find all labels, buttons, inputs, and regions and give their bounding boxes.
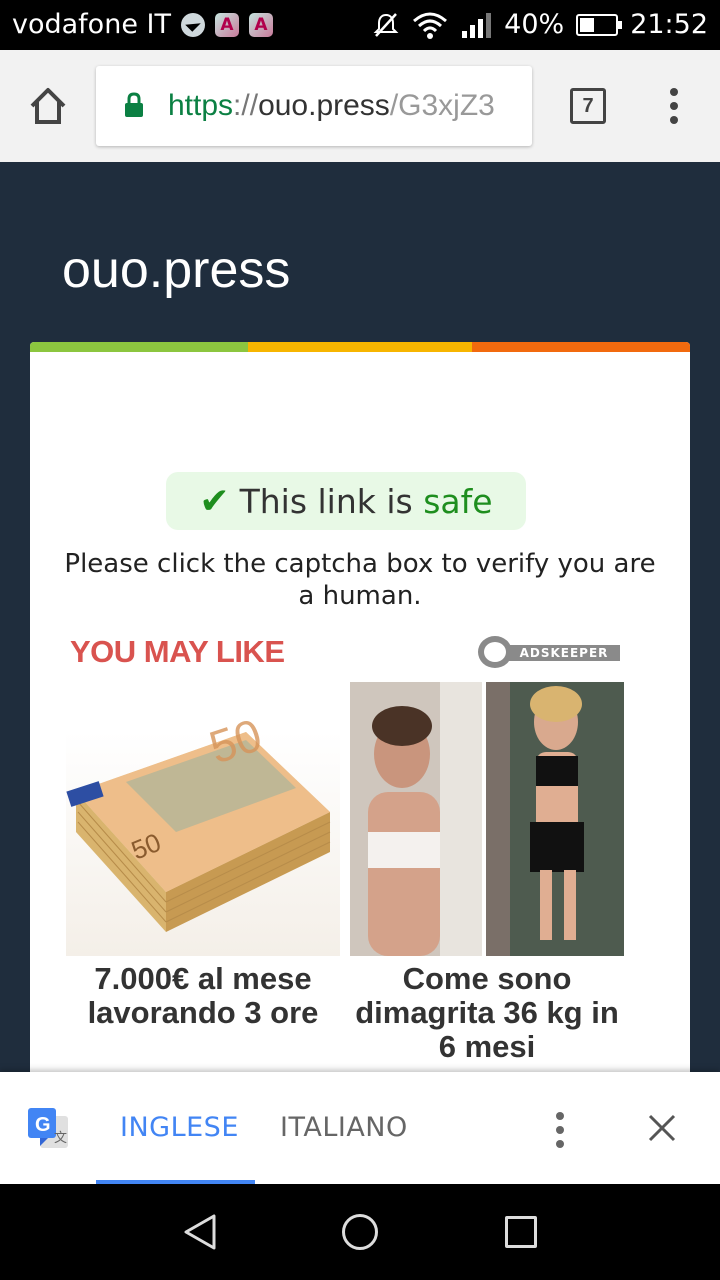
- back-icon[interactable]: [182, 1212, 222, 1252]
- wifi-icon: [413, 12, 448, 39]
- battery-icon: [576, 14, 623, 36]
- status-left: vodafone IT A A: [12, 8, 273, 42]
- svg-text:G: G: [35, 1114, 51, 1136]
- euro-banknotes-image[interactable]: 50 50: [66, 682, 340, 956]
- ad-caption[interactable]: Come sono dimagrita 36 kg in 6 mesi: [350, 962, 624, 1064]
- clock: 21:52: [630, 9, 708, 40]
- before-after-photo[interactable]: [350, 682, 624, 956]
- status-bar: vodafone IT A A 40% 21:52: [0, 0, 720, 50]
- recent-apps-icon[interactable]: [505, 1216, 537, 1248]
- safe-text: This link is safe: [240, 482, 493, 521]
- tab-language-source[interactable]: INGLESE: [120, 1112, 239, 1143]
- system-nav-bar: [0, 1184, 720, 1280]
- close-icon[interactable]: [646, 1112, 678, 1144]
- telegram-icon: [180, 13, 205, 37]
- home-nav-icon[interactable]: [342, 1214, 378, 1250]
- home-icon[interactable]: [26, 84, 70, 128]
- battery-fill: [580, 18, 595, 32]
- status-right: 40% 21:52: [372, 8, 708, 42]
- ad-caption[interactable]: 7.000€ al mese lavorando 3 ore: [66, 962, 340, 1030]
- ad-network-label: ADSKEEPER: [508, 645, 620, 661]
- tab-language-target[interactable]: ITALIANO: [280, 1112, 408, 1143]
- key-icon: [478, 636, 512, 668]
- safe-label: This link is: [239, 481, 413, 521]
- google-translate-icon: G 文: [28, 1108, 68, 1148]
- adskeeper-logo[interactable]: ADSKEEPER: [478, 636, 620, 668]
- lock-icon: [125, 92, 143, 117]
- translate-menu-icon[interactable]: [546, 1110, 574, 1150]
- url-scheme: https: [168, 89, 234, 122]
- progress-strip-yellow: [248, 342, 472, 352]
- site-title[interactable]: ouo.press: [62, 240, 290, 300]
- svg-text:文: 文: [54, 1131, 67, 1146]
- carrier-name: vodafone IT: [12, 9, 171, 40]
- browser-toolbar: https://ouo.press/G3xjZ3 7: [0, 50, 720, 162]
- progress-strip-green: [30, 342, 248, 352]
- content-card: ✔ This link is safe Please click the cap…: [30, 342, 690, 1082]
- progress-strip-orange: [472, 342, 690, 352]
- mute-icon: [373, 13, 399, 37]
- safe-link-badge: ✔ This link is safe: [166, 472, 526, 530]
- battery-percent: 40%: [504, 9, 565, 40]
- url-text: https://ouo.press/G3xjZ3: [168, 88, 495, 124]
- url-bar[interactable]: https://ouo.press/G3xjZ3: [96, 66, 532, 146]
- captcha-instruction: Please click the captcha box to verify y…: [64, 549, 656, 611]
- signal-icon: [462, 13, 492, 38]
- you-may-like-heading: YOU MAY LIKE: [70, 634, 285, 669]
- app-a-icon: A: [248, 13, 273, 37]
- url-separator: ://: [233, 89, 259, 122]
- tab-switcher-button[interactable]: 7: [570, 88, 606, 124]
- url-host: ouo.press: [258, 89, 390, 122]
- checkmark-icon: ✔: [199, 480, 230, 522]
- browser-menu-icon[interactable]: [660, 86, 688, 126]
- url-path: /G3xjZ3: [389, 89, 495, 122]
- safe-word: safe: [423, 481, 493, 521]
- translate-bar: G 文 INGLESE ITALIANO: [0, 1072, 720, 1184]
- app-a-icon: A: [214, 13, 239, 37]
